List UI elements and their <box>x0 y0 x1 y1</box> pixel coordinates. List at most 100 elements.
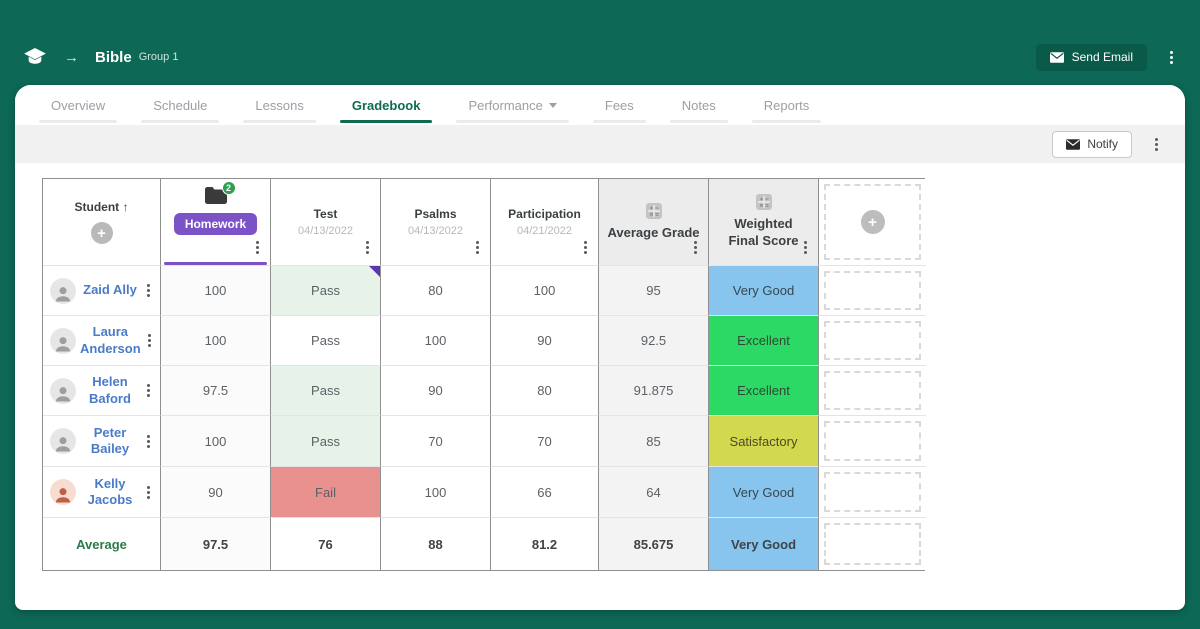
average-grade-column-header: Average Grade <box>599 179 709 266</box>
breadcrumb-arrow-icon: → <box>64 49 79 66</box>
row-menu-button[interactable] <box>144 432 153 451</box>
grade-cell-participation[interactable]: 100 <box>491 266 599 316</box>
plus-icon: + <box>868 214 877 231</box>
calculated-column-icon <box>756 194 772 210</box>
column-menu-button[interactable] <box>581 238 590 257</box>
grade-cell-homework[interactable]: 97.5 <box>161 366 271 416</box>
add-grade-dropzone[interactable] <box>824 271 921 310</box>
tab-reports[interactable]: Reports <box>752 85 822 125</box>
grade-cell-homework[interactable]: 90 <box>161 467 271 518</box>
column-menu-button[interactable] <box>363 238 372 257</box>
grade-cell-homework[interactable]: 100 <box>161 316 271 366</box>
column-title[interactable]: Weighted Final Score <box>718 216 810 250</box>
grade-cell-homework[interactable]: 100 <box>161 416 271 467</box>
student-header-label: Student <box>74 200 119 214</box>
add-grade-dropzone[interactable] <box>824 472 921 512</box>
average-grade-cell: 64 <box>599 467 709 518</box>
app-bar: → Bible Group 1 Send Email <box>24 40 1176 74</box>
add-grade-dropzone[interactable] <box>824 421 921 461</box>
weighted-score-cell: Very Good <box>709 266 819 316</box>
add-column-button[interactable]: + <box>861 210 885 234</box>
column-menu-button[interactable] <box>473 238 482 257</box>
tab-gradebook[interactable]: Gradebook <box>340 85 433 125</box>
student-cell: Helen Baford <box>43 366 161 416</box>
grade-cell-participation[interactable]: 90 <box>491 316 599 366</box>
grade-cell-psalms[interactable]: 100 <box>381 316 491 366</box>
grade-cell-test[interactable]: Pass <box>271 316 381 366</box>
add-column-dropzone[interactable]: + <box>824 184 921 260</box>
student-name-link[interactable]: Laura Anderson <box>80 324 141 357</box>
app-bar-menu-button[interactable] <box>1167 48 1176 67</box>
row-menu-button[interactable] <box>144 281 153 300</box>
add-grade-dropzone[interactable] <box>824 523 921 565</box>
student-avatar <box>50 328 76 354</box>
grade-cell-psalms[interactable]: 100 <box>381 467 491 518</box>
tab-notes[interactable]: Notes <box>670 85 728 125</box>
grade-cell-psalms[interactable]: 80 <box>381 266 491 316</box>
column-title[interactable]: Participation <box>508 207 581 223</box>
row-menu-button[interactable] <box>144 381 153 400</box>
student-name-link[interactable]: Helen Baford <box>80 374 140 407</box>
average-cell-psalms: 88 <box>381 518 491 570</box>
tab-overview[interactable]: Overview <box>39 85 117 125</box>
column-menu-button[interactable] <box>253 238 262 257</box>
grade-cell-participation[interactable]: 66 <box>491 467 599 518</box>
folder-icon[interactable]: 2 <box>205 187 227 207</box>
tab-schedule[interactable]: Schedule <box>141 85 219 125</box>
column-menu-button[interactable] <box>801 238 810 257</box>
student-name-link[interactable]: Zaid Ally <box>80 282 140 298</box>
student-cell: Peter Bailey <box>43 416 161 467</box>
grade-cell-test[interactable]: Pass <box>271 416 381 467</box>
homework-group-chip[interactable]: Homework <box>174 213 257 235</box>
grade-cell-test[interactable]: Fail <box>271 467 381 518</box>
graduation-cap-icon[interactable] <box>24 48 46 67</box>
notify-label: Notify <box>1087 137 1118 151</box>
grade-cell-participation[interactable]: 80 <box>491 366 599 416</box>
average-row-label-cell: Average <box>43 518 161 570</box>
row-menu-button[interactable] <box>145 331 154 350</box>
tab-label: Notes <box>682 98 716 113</box>
breadcrumb-group-subtitle: Group 1 <box>139 51 179 63</box>
grade-cell-participation[interactable]: 70 <box>491 416 599 467</box>
envelope-icon <box>1066 139 1080 150</box>
column-date: 04/21/2022 <box>517 225 572 237</box>
row-menu-button[interactable] <box>144 483 153 502</box>
student-name-link[interactable]: Kelly Jacobs <box>80 476 140 509</box>
toolbar-menu-button[interactable] <box>1152 135 1161 154</box>
average-grade-cell: 92.5 <box>599 316 709 366</box>
sort-ascending-icon[interactable]: ↑ <box>123 200 129 214</box>
comment-corner-marker <box>369 266 380 277</box>
gradebook-content: Student ↑ + 2 Homework Test 04/13/2022 P… <box>15 163 1185 571</box>
average-cell-average-grade: 85.675 <box>599 518 709 570</box>
average-cell-homework: 97.5 <box>161 518 271 570</box>
add-grade-dropzone[interactable] <box>824 371 921 410</box>
grade-cell-psalms[interactable]: 90 <box>381 366 491 416</box>
column-title[interactable]: Test <box>314 207 338 223</box>
average-grade-cell: 95 <box>599 266 709 316</box>
column-title[interactable]: Average Grade <box>607 225 699 242</box>
tab-label: Lessons <box>255 98 303 113</box>
weighted-score-cell: Very Good <box>709 467 819 518</box>
grade-cell-test[interactable]: Pass <box>271 366 381 416</box>
tab-performance[interactable]: Performance <box>456 85 568 125</box>
homework-column-header: 2 Homework <box>161 179 271 266</box>
send-email-button[interactable]: Send Email <box>1036 44 1147 71</box>
notify-button[interactable]: Notify <box>1052 131 1132 158</box>
grade-cell-homework[interactable]: 100 <box>161 266 271 316</box>
column-menu-button[interactable] <box>691 238 700 257</box>
column-date: 04/13/2022 <box>298 225 353 237</box>
weighted-final-score-column-header: Weighted Final Score <box>709 179 819 266</box>
empty-add-cell <box>819 518 926 570</box>
add-student-button[interactable]: + <box>91 222 113 244</box>
add-grade-dropzone[interactable] <box>824 321 921 360</box>
grade-cell-test[interactable]: Pass <box>271 266 381 316</box>
grade-cell-psalms[interactable]: 70 <box>381 416 491 467</box>
student-name-link[interactable]: Peter Bailey <box>80 425 140 458</box>
empty-add-cell <box>819 467 926 518</box>
tab-fees[interactable]: Fees <box>593 85 646 125</box>
breadcrumb-group-title[interactable]: Bible <box>95 49 132 66</box>
student-cell: Laura Anderson <box>43 316 161 366</box>
test-column-header: Test 04/13/2022 <box>271 179 381 266</box>
tab-lessons[interactable]: Lessons <box>243 85 315 125</box>
column-title[interactable]: Psalms <box>414 207 456 223</box>
